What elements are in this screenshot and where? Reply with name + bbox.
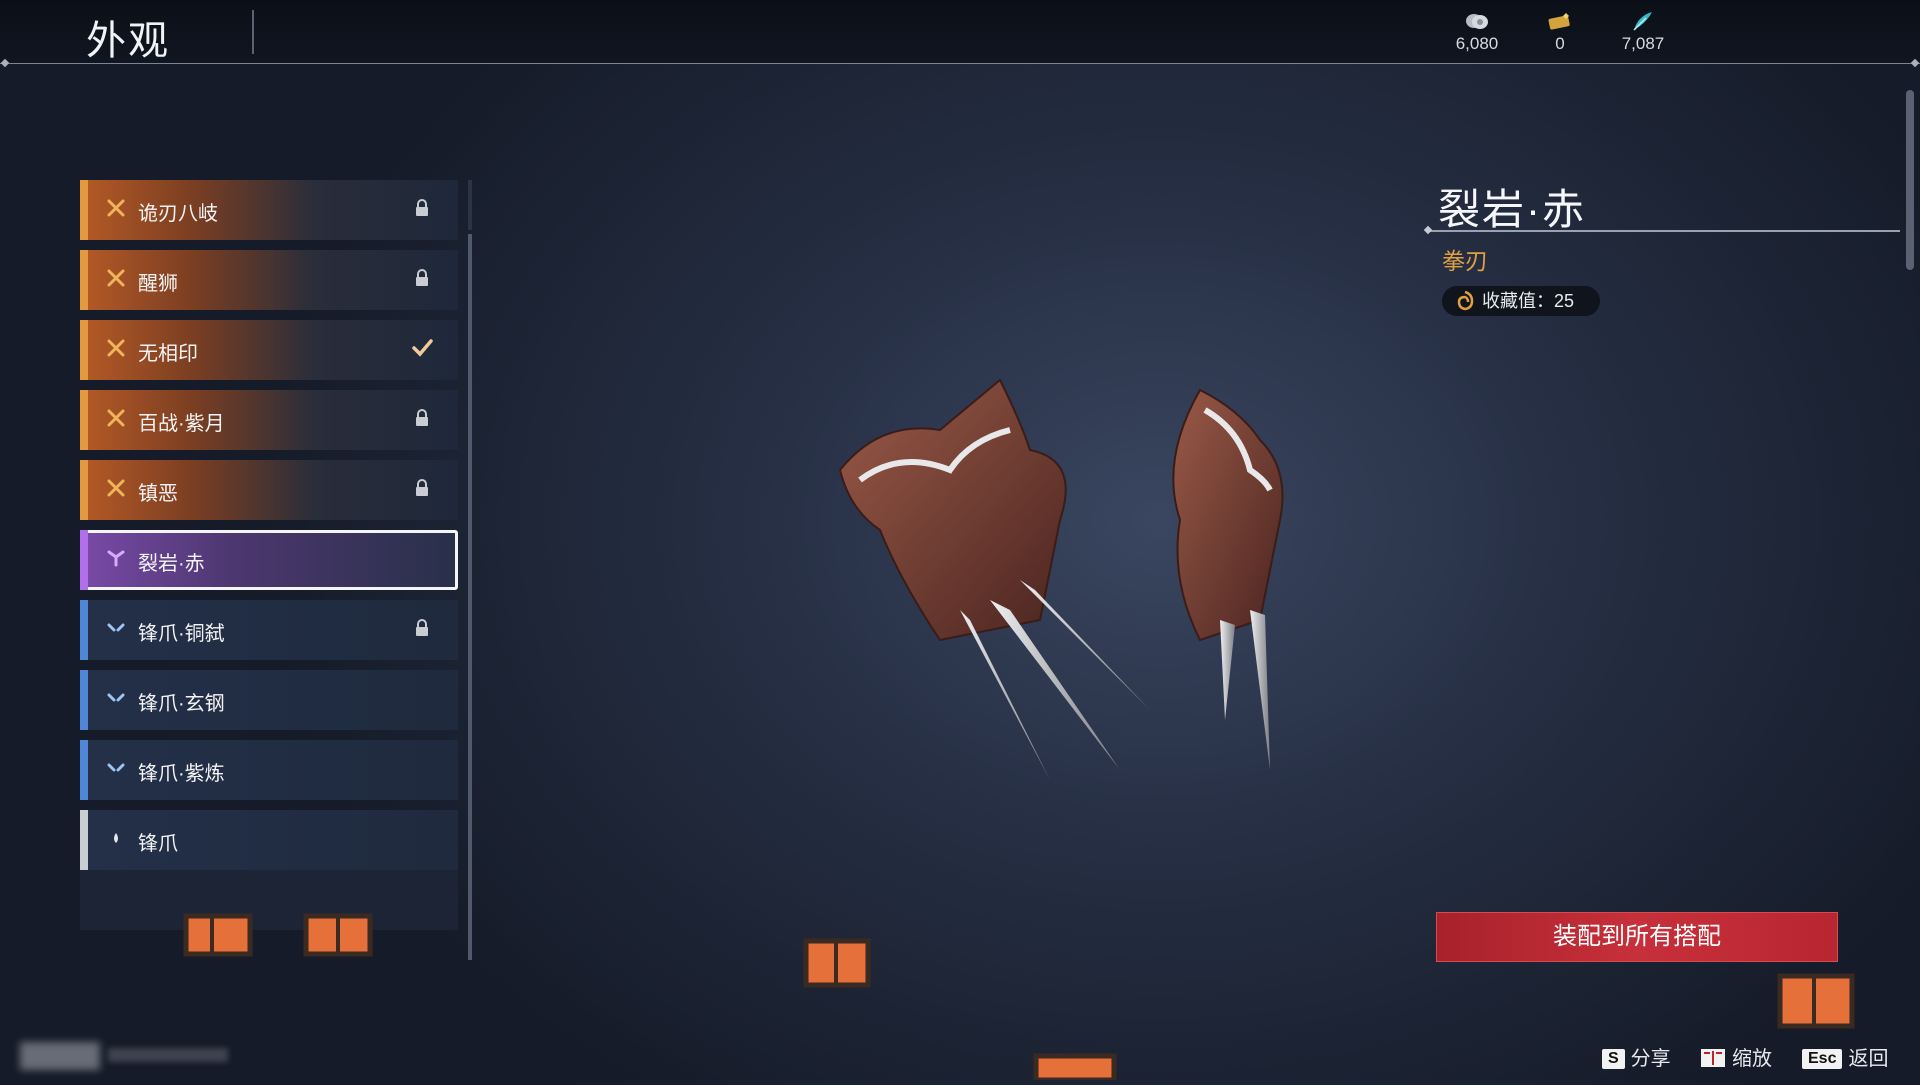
gold-rarity-icon xyxy=(106,338,126,358)
share-hint[interactable]: S 分享 xyxy=(1602,1042,1671,1071)
item-type: 拳刃 xyxy=(1442,248,1488,274)
list-item[interactable]: 锋爪·玄钢 xyxy=(80,670,458,730)
purple-rarity-icon xyxy=(106,548,126,568)
list-item-label: 锋爪 xyxy=(138,833,178,855)
rarity-stripe xyxy=(80,180,88,240)
ticket-icon xyxy=(1525,10,1595,32)
collection-value: 收藏值：25 xyxy=(1482,291,1575,311)
list-item[interactable]: 锋爪 xyxy=(80,810,458,870)
list-item[interactable]: 醒狮 xyxy=(80,250,458,310)
list-item-label: 锋爪·玄钢 xyxy=(138,693,225,715)
collection-icon xyxy=(1454,290,1476,321)
list-item-label: 百战·紫月 xyxy=(138,413,225,435)
page-scrollbar[interactable] xyxy=(1906,90,1914,270)
rarity-stripe xyxy=(80,320,88,380)
list-item-label: 醒狮 xyxy=(138,273,178,295)
zoom-label: 缩放 xyxy=(1732,1048,1772,1070)
list-item[interactable]: 锋爪·铜弑 xyxy=(80,600,458,660)
lantern-decoration xyxy=(800,935,876,996)
rarity-stripe xyxy=(80,390,88,450)
list-item[interactable]: 镇恶 xyxy=(80,460,458,520)
list-empty-slot xyxy=(80,870,458,930)
list-item[interactable]: 诡刃八岐 xyxy=(80,180,458,240)
currency-coins: 6,080 xyxy=(1442,10,1512,54)
lock-icon xyxy=(410,406,434,430)
key-esc: Esc xyxy=(1802,1049,1843,1069)
list-item[interactable]: 无相印 xyxy=(80,320,458,380)
rarity-stripe xyxy=(80,250,88,310)
list-item[interactable]: 锋爪·紫炼 xyxy=(80,740,458,800)
list-item-label: 镇恶 xyxy=(138,483,178,505)
collection-value-badge: 收藏值：25 xyxy=(1442,286,1601,316)
blue-rarity-icon xyxy=(106,618,126,638)
book-icon xyxy=(1700,1048,1726,1074)
list-scroll-track xyxy=(468,180,472,230)
blue-rarity-icon xyxy=(106,688,126,708)
currency-tickets: 0 xyxy=(1525,10,1595,54)
skin-list: 诡刃八岐 醒狮 无相印 百战·紫月 镇恶 裂岩·赤 锋爪·铜弑 锋爪·玄钢 锋爪… xyxy=(80,180,460,930)
white-rarity-icon xyxy=(106,828,126,848)
gold-rarity-icon xyxy=(106,478,126,498)
list-item-selected[interactable]: 裂岩·赤 xyxy=(80,530,458,590)
feather-icon xyxy=(1608,10,1678,32)
lantern-decoration xyxy=(1774,970,1858,1037)
lantern-decoration xyxy=(180,910,260,965)
lantern-decoration xyxy=(300,910,380,965)
gold-rarity-icon xyxy=(106,198,126,218)
coin-stack-icon xyxy=(1442,10,1512,32)
rarity-stripe xyxy=(80,670,88,730)
item-title: 裂岩·赤 xyxy=(1438,186,1586,233)
page-title: 外观 xyxy=(86,19,170,63)
top-divider xyxy=(0,63,1920,64)
lock-icon xyxy=(410,196,434,220)
currency-feathers: 7,087 xyxy=(1608,10,1678,54)
back-label: 返回 xyxy=(1848,1048,1889,1070)
key-s: S xyxy=(1602,1049,1625,1069)
list-scrollbar[interactable] xyxy=(468,234,472,960)
zoom-hint[interactable]: 缩放 xyxy=(1700,1042,1772,1074)
rarity-stripe xyxy=(80,460,88,520)
list-item[interactable]: 百战·紫月 xyxy=(80,390,458,450)
share-label: 分享 xyxy=(1630,1048,1671,1070)
rarity-stripe xyxy=(80,600,88,660)
list-item-label: 裂岩·赤 xyxy=(138,553,205,575)
rarity-stripe xyxy=(80,810,88,870)
list-item-label: 锋爪·铜弑 xyxy=(138,623,225,645)
equip-all-button[interactable]: 装配到所有搭配 xyxy=(1436,912,1838,962)
lock-icon xyxy=(410,476,434,500)
player-info-blurred xyxy=(108,1048,228,1062)
checkmark-icon xyxy=(410,336,434,360)
list-item-label: 锋爪·紫炼 xyxy=(138,763,225,785)
title-underline xyxy=(1428,230,1900,232)
player-name-blurred xyxy=(20,1042,100,1070)
blue-rarity-icon xyxy=(106,758,126,778)
rarity-stripe xyxy=(80,740,88,800)
list-item-label: 诡刃八岐 xyxy=(138,203,218,225)
gold-rarity-icon xyxy=(106,268,126,288)
title-separator xyxy=(252,10,254,54)
weapon-preview[interactable] xyxy=(820,360,1380,785)
lock-icon xyxy=(410,266,434,290)
gold-rarity-icon xyxy=(106,408,126,428)
lock-icon xyxy=(410,616,434,640)
list-item-label: 无相印 xyxy=(138,343,198,365)
rarity-stripe xyxy=(80,530,88,590)
underline-ornament xyxy=(1423,225,1433,235)
back-hint[interactable]: Esc 返回 xyxy=(1802,1042,1888,1071)
